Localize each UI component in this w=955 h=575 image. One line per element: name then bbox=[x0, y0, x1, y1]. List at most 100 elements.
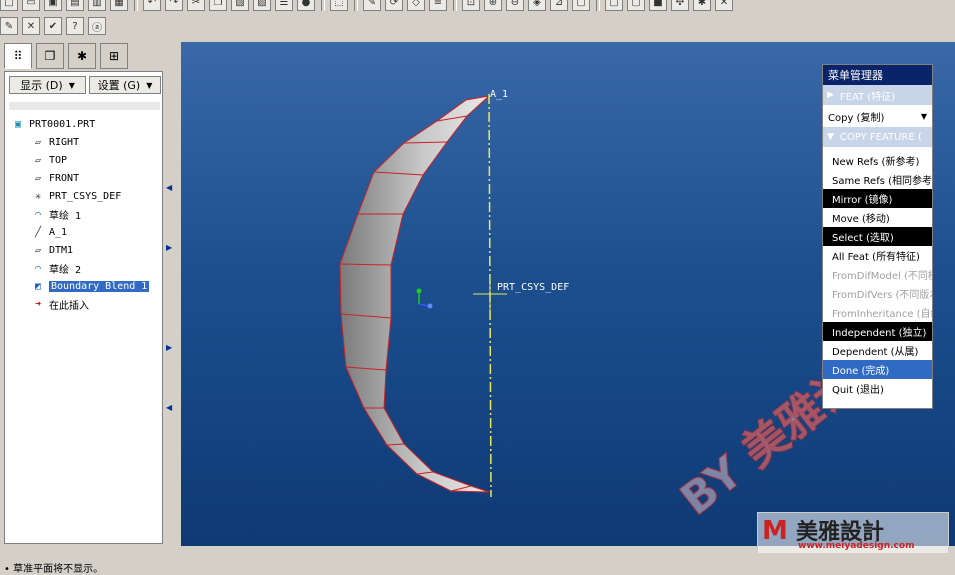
menu-item[interactable]: Same Refs (相同参考) bbox=[823, 170, 932, 189]
close-window-button[interactable]: ✕ bbox=[22, 17, 40, 35]
regenerate-icon: ⟳ bbox=[389, 0, 399, 8]
settings-button[interactable]: 设置 (G) ▼ bbox=[89, 76, 161, 94]
save-image-button[interactable]: ▦ bbox=[110, 0, 128, 11]
copy-button[interactable]: ❐ bbox=[209, 0, 227, 11]
tree-item[interactable]: ➜ 在此插入 bbox=[31, 296, 89, 312]
paste-special-button[interactable]: ▨ bbox=[253, 0, 271, 11]
tree-item[interactable]: ⌒ 草绘 2 bbox=[31, 260, 81, 276]
collapse-arrow-icon[interactable]: ◀ bbox=[166, 183, 172, 192]
collapse-arrow-icon[interactable]: ◀ bbox=[166, 403, 172, 412]
status-bar: • 草准平面将不显示。 bbox=[0, 553, 955, 575]
tree-item-label: DTM1 bbox=[49, 244, 74, 256]
display-style-button[interactable]: ▢ bbox=[572, 0, 590, 11]
tree-item-label: RIGHT bbox=[49, 136, 80, 148]
info-button[interactable]: ⓐ bbox=[88, 17, 106, 35]
toolbar-separator bbox=[453, 0, 457, 11]
edit-icon: ✎ bbox=[4, 20, 14, 32]
csys-button[interactable]: ✣ bbox=[671, 0, 689, 11]
save-copy-button[interactable]: ▤ bbox=[66, 0, 84, 11]
binoculars-button[interactable]: ● bbox=[297, 0, 315, 11]
expand-arrow-icon[interactable]: ▶ bbox=[166, 343, 172, 352]
menu-manager-title: 菜单管理器 bbox=[823, 65, 932, 85]
help-button[interactable]: ? bbox=[66, 17, 84, 35]
zoom-out-button[interactable]: ⊖ bbox=[506, 0, 524, 11]
cut-button[interactable]: ✂ bbox=[187, 0, 205, 11]
copy-feature-header[interactable]: ▼ COPY FEATURE ( bbox=[823, 127, 932, 147]
cut-icon: ✂ bbox=[191, 0, 201, 8]
zoom-fit-icon: ⊡ bbox=[466, 0, 476, 8]
csys-icon: ✳ bbox=[34, 190, 42, 202]
folder-icon: ❐ bbox=[44, 49, 56, 63]
datum-plane-icon: ▱ bbox=[34, 172, 42, 184]
menu-item[interactable]: Mirror (镜像) bbox=[823, 189, 932, 208]
check-button[interactable]: ✔ bbox=[44, 17, 62, 35]
select-box-button[interactable]: ⬚ bbox=[330, 0, 348, 11]
menu-item[interactable]: Select (选取) bbox=[823, 227, 932, 246]
datum-plane-icon: ▱ bbox=[34, 136, 42, 148]
paste-button[interactable]: ▧ bbox=[231, 0, 249, 11]
zoom-in-button[interactable]: ⊕ bbox=[484, 0, 502, 11]
datum-display-button[interactable]: ◇ bbox=[407, 0, 425, 11]
undo-button[interactable]: ↶ bbox=[143, 0, 161, 11]
menu-item[interactable]: New Refs (新参考) bbox=[823, 151, 932, 170]
undo-icon: ↶ bbox=[147, 0, 157, 8]
menu-item[interactable]: Dependent (从属) bbox=[823, 341, 932, 360]
menu-item[interactable]: Done (完成) bbox=[823, 360, 932, 379]
tree-item[interactable]: ▱ DTM1 bbox=[31, 242, 73, 258]
view-icon: ◈ bbox=[533, 0, 541, 8]
layer-button[interactable]: ≡ bbox=[429, 0, 447, 11]
paste-special-icon: ▨ bbox=[257, 0, 267, 8]
toolbar-separator bbox=[354, 0, 358, 11]
save-button[interactable]: ▣ bbox=[44, 0, 62, 11]
show-button[interactable]: 显示 (D) ▼ bbox=[9, 76, 86, 94]
axis-icon: ╱ bbox=[34, 226, 42, 238]
save-image-icon: ▦ bbox=[114, 0, 124, 8]
orient-button[interactable]: ⊿ bbox=[550, 0, 568, 11]
info-icon: ⓐ bbox=[92, 22, 102, 34]
zoom-fit-button[interactable]: ⊡ bbox=[462, 0, 480, 11]
settings-button-label: 设置 (G) bbox=[97, 79, 141, 92]
collapsed-arrow-icon: ▶ bbox=[827, 90, 834, 100]
copy-dropdown[interactable]: Copy (复制) ▼ bbox=[823, 105, 932, 127]
tree-item[interactable]: ▣ PRT0001.PRT bbox=[11, 116, 95, 132]
sketch-button[interactable]: ✎ bbox=[363, 0, 381, 11]
display-style-icon: ▢ bbox=[576, 0, 586, 8]
model-tree-tab[interactable]: ⠿ bbox=[4, 43, 32, 69]
tree-item[interactable]: ▱ FRONT bbox=[31, 170, 79, 186]
panel-splitter[interactable]: ◀ ▶ ▶ ◀ bbox=[164, 43, 176, 546]
regenerate-button[interactable]: ⟳ bbox=[385, 0, 403, 11]
menu-item[interactable]: Move (移动) bbox=[823, 208, 932, 227]
part-icon: ▣ bbox=[14, 118, 22, 130]
feat-menu-header[interactable]: ▶ FEAT (特征) bbox=[823, 85, 932, 105]
menu-item[interactable]: Independent (独立) bbox=[823, 322, 932, 341]
redo-button[interactable]: ↷ bbox=[165, 0, 183, 11]
spin-center-button[interactable]: ✱ bbox=[693, 0, 711, 11]
tree-item-label: PRT_CSYS_DEF bbox=[49, 190, 122, 202]
menu-item[interactable]: All Feat (所有特征) bbox=[823, 246, 932, 265]
print-button[interactable]: ▥ bbox=[88, 0, 106, 11]
layers-tab[interactable]: ⊞ bbox=[100, 43, 128, 69]
no-hidden-button[interactable]: ▢ bbox=[627, 0, 645, 11]
favorites-tab[interactable]: ✱ bbox=[68, 43, 96, 69]
tree-item[interactable]: ╱ A_1 bbox=[31, 224, 67, 240]
close-window-icon: ✕ bbox=[26, 20, 36, 32]
view-button[interactable]: ◈ bbox=[528, 0, 546, 11]
shading-button[interactable]: ■ bbox=[649, 0, 667, 11]
close-button[interactable]: ✕ bbox=[715, 0, 733, 11]
folder-tab[interactable]: ❐ bbox=[36, 43, 64, 69]
tree-item[interactable]: ⌒ 草绘 1 bbox=[31, 206, 81, 222]
expand-arrow-icon[interactable]: ▶ bbox=[166, 243, 172, 252]
tree-item[interactable]: ▱ TOP bbox=[31, 152, 67, 168]
open-button[interactable]: ▭ bbox=[22, 0, 40, 11]
new-button[interactable]: □ bbox=[0, 0, 18, 11]
table-button[interactable]: ☰ bbox=[275, 0, 293, 11]
tree-item[interactable]: ✳ PRT_CSYS_DEF bbox=[31, 188, 121, 204]
hidden-line-button[interactable]: ▢ bbox=[605, 0, 623, 11]
tree-item[interactable]: ▱ RIGHT bbox=[31, 134, 79, 150]
tree-item[interactable]: ◩ Boundary Blend 1 bbox=[31, 278, 150, 294]
hidden-line-icon: ▢ bbox=[609, 0, 619, 8]
boundary-blend-surface[interactable] bbox=[339, 95, 491, 493]
menu-item[interactable]: Quit (退出) bbox=[823, 379, 932, 398]
edit-button[interactable]: ✎ bbox=[0, 17, 18, 35]
save-copy-icon: ▤ bbox=[70, 0, 80, 8]
